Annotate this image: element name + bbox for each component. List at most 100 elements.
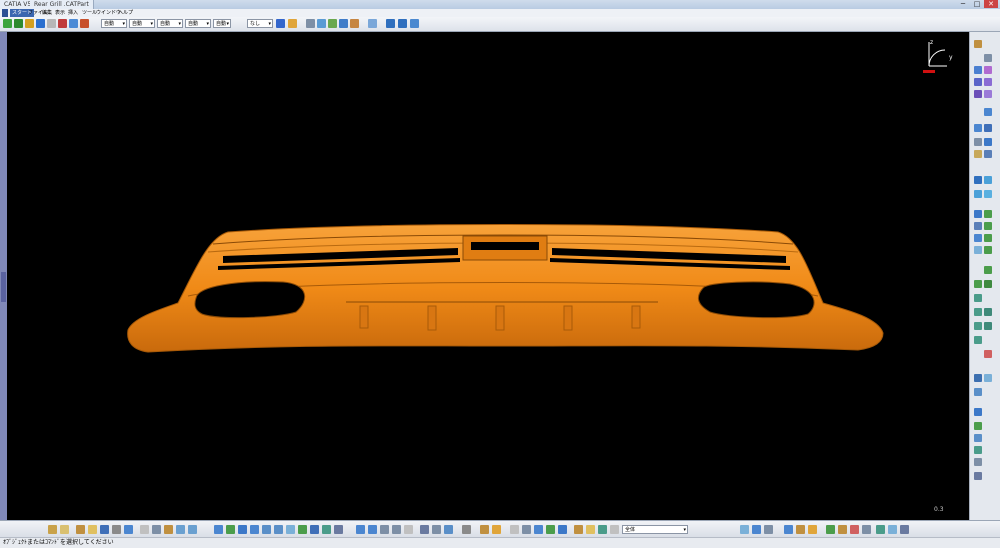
- save-icon[interactable]: [100, 525, 109, 534]
- remove-icon[interactable]: [974, 280, 982, 288]
- zoom-in-icon[interactable]: [262, 525, 271, 534]
- thick-surface-icon[interactable]: [974, 124, 982, 132]
- knowledge-icon[interactable]: [974, 388, 982, 396]
- select-icon[interactable]: [36, 19, 45, 28]
- line-tool-icon[interactable]: [974, 138, 982, 146]
- cut-icon[interactable]: [58, 19, 67, 28]
- paste-icon[interactable]: [164, 525, 173, 534]
- open-folder-icon[interactable]: [60, 525, 69, 534]
- publish-icon[interactable]: [876, 525, 885, 534]
- mirror-icon[interactable]: [984, 222, 992, 230]
- combo-2[interactable]: 自動 ▾: [129, 19, 155, 28]
- point-icon[interactable]: [984, 54, 992, 62]
- section-icon[interactable]: [558, 525, 567, 534]
- show-icon[interactable]: [752, 525, 761, 534]
- add-body-icon[interactable]: [984, 266, 992, 274]
- menu-edit[interactable]: 編集: [42, 9, 52, 17]
- iso-view-icon[interactable]: [310, 525, 319, 534]
- tools-palette-icon[interactable]: [444, 525, 453, 534]
- redo-icon[interactable]: [188, 525, 197, 534]
- print-icon[interactable]: [112, 525, 121, 534]
- properties-icon[interactable]: [288, 19, 297, 28]
- properties-tool-icon[interactable]: [480, 525, 489, 534]
- hide-show-icon[interactable]: [334, 525, 343, 534]
- search-icon[interactable]: [586, 525, 595, 534]
- lighting-icon[interactable]: [392, 525, 401, 534]
- compass-tool-icon[interactable]: [598, 525, 607, 534]
- table-icon[interactable]: [974, 434, 982, 442]
- curve-icon[interactable]: [317, 19, 326, 28]
- check-icon[interactable]: [974, 446, 982, 454]
- normal-view-icon[interactable]: [286, 525, 295, 534]
- split-icon[interactable]: [984, 108, 992, 116]
- app-menu-icon[interactable]: [2, 9, 8, 17]
- add-icon[interactable]: [3, 19, 12, 28]
- tree-splitter-handle[interactable]: [1, 272, 6, 302]
- shaft-icon[interactable]: [974, 78, 982, 86]
- sketch-icon[interactable]: [47, 19, 56, 28]
- chamfer-icon[interactable]: [984, 150, 992, 158]
- camera-icon[interactable]: [462, 525, 471, 534]
- open-icon[interactable]: [88, 525, 97, 534]
- stop-icon[interactable]: [850, 525, 859, 534]
- macro-icon[interactable]: [974, 458, 982, 466]
- draft-icon[interactable]: [974, 176, 982, 184]
- menu-help[interactable]: ヘルプ: [118, 9, 133, 17]
- analysis-icon[interactable]: [80, 19, 89, 28]
- color-icon[interactable]: [492, 525, 501, 534]
- formula-icon[interactable]: [974, 408, 982, 416]
- measure-inertia-icon[interactable]: [534, 525, 543, 534]
- window-tab-document[interactable]: Rear Grill .CATPart: [30, 0, 94, 9]
- rotate-icon[interactable]: [984, 210, 992, 218]
- boolean-icon[interactable]: [984, 246, 992, 254]
- macro-tool-icon[interactable]: [888, 525, 897, 534]
- compass-widget[interactable]: z y: [917, 36, 961, 76]
- combo-6[interactable]: なし ▾: [247, 19, 273, 28]
- minimize-button[interactable]: ─: [956, 0, 970, 8]
- measure-item-icon[interactable]: [522, 525, 531, 534]
- rear-diffuser-model[interactable]: [118, 218, 888, 366]
- combo-4[interactable]: 自動 ▾: [185, 19, 211, 28]
- constraint-icon[interactable]: [974, 308, 982, 316]
- fillet-icon[interactable]: [974, 150, 982, 158]
- rotate-view-icon[interactable]: [250, 525, 259, 534]
- depth-effect-icon[interactable]: [404, 525, 413, 534]
- update-icon[interactable]: [826, 525, 835, 534]
- knowledge-tool-icon[interactable]: [838, 525, 847, 534]
- dimension-icon[interactable]: [984, 308, 992, 316]
- catalog-icon[interactable]: [862, 525, 871, 534]
- render-icon[interactable]: [984, 374, 992, 382]
- transform-icon[interactable]: [398, 19, 407, 28]
- close-button[interactable]: ✕: [984, 0, 998, 8]
- fly-mode-icon[interactable]: [214, 525, 223, 534]
- menu-tools[interactable]: ツール: [82, 9, 97, 17]
- clash-icon[interactable]: [546, 525, 555, 534]
- quick-print-icon[interactable]: [124, 525, 133, 534]
- close-surface-icon[interactable]: [984, 124, 992, 132]
- pattern-icon[interactable]: [410, 19, 419, 28]
- law-icon[interactable]: [974, 422, 982, 430]
- new-icon[interactable]: [76, 525, 85, 534]
- join-icon[interactable]: [350, 19, 359, 28]
- extract-icon[interactable]: [368, 19, 377, 28]
- measure-icon[interactable]: [69, 19, 78, 28]
- combo-1[interactable]: 自動 ▾: [101, 19, 127, 28]
- pocket-icon[interactable]: [984, 66, 992, 74]
- plane-icon[interactable]: [328, 19, 337, 28]
- thread-icon[interactable]: [984, 190, 992, 198]
- plane-tool-icon[interactable]: [984, 138, 992, 146]
- axis-icon[interactable]: [574, 525, 583, 534]
- menu-view[interactable]: 表示: [55, 9, 65, 17]
- shell-icon[interactable]: [984, 176, 992, 184]
- annotation-icon[interactable]: [974, 322, 982, 330]
- translate-icon[interactable]: [974, 210, 982, 218]
- swap-visible-icon[interactable]: [764, 525, 773, 534]
- shading-icon[interactable]: [322, 525, 331, 534]
- style-icon[interactable]: [808, 525, 817, 534]
- grid-icon[interactable]: [380, 525, 389, 534]
- move-icon[interactable]: [14, 19, 23, 28]
- zoom-out-icon[interactable]: [274, 525, 283, 534]
- maximize-button[interactable]: □: [970, 0, 984, 8]
- hide-icon[interactable]: [740, 525, 749, 534]
- cut-tool-icon[interactable]: [140, 525, 149, 534]
